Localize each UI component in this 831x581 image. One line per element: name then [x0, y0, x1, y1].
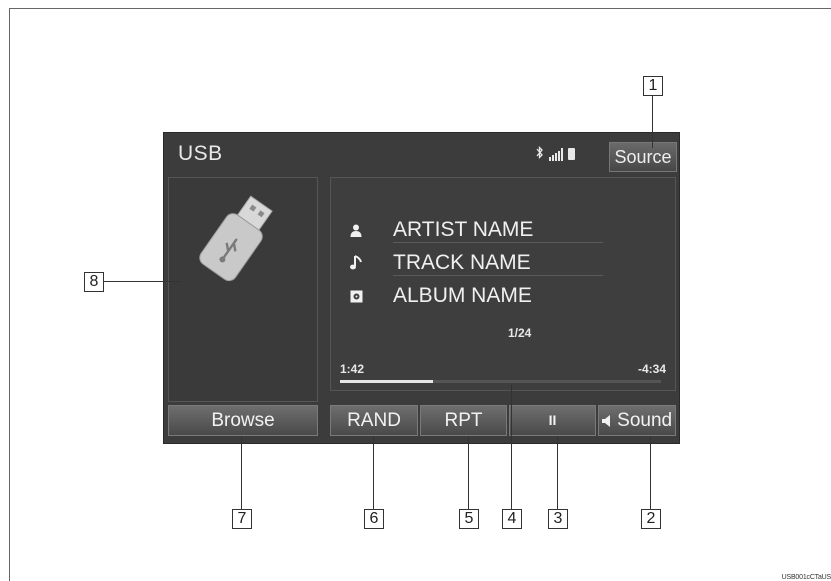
leader-line: [373, 436, 374, 509]
bluetooth-icon: [536, 145, 544, 162]
battery-icon: [568, 148, 575, 160]
callout-4: 4: [502, 509, 522, 529]
leader-line: [241, 436, 242, 509]
source-button[interactable]: Source: [609, 142, 677, 172]
callout-3: 3: [548, 509, 568, 529]
track-row: TRACK NAME: [349, 251, 603, 276]
browse-button[interactable]: Browse: [168, 405, 318, 436]
callout-1: 1: [643, 76, 663, 96]
music-note-icon: [349, 255, 363, 270]
progress-bar[interactable]: [340, 380, 661, 383]
album-name: ALBUM NAME: [393, 284, 532, 307]
artist-name: ARTIST NAME: [393, 218, 534, 241]
random-button[interactable]: RAND: [330, 405, 418, 436]
leader-line: [511, 384, 512, 509]
leader-line: [468, 436, 469, 509]
album-icon: [349, 289, 363, 303]
sound-label: Sound: [617, 410, 673, 431]
track-count: 1/24: [508, 326, 532, 340]
track-name: TRACK NAME: [393, 251, 531, 274]
divider: [393, 275, 603, 276]
figure-code: USB001cCTaUS: [781, 574, 831, 581]
repeat-button[interactable]: RPT: [420, 405, 507, 436]
leader-line: [652, 96, 653, 148]
divider: [393, 242, 603, 243]
leader-line: [650, 436, 651, 509]
elapsed-time: 1:42: [340, 362, 365, 376]
callout-2: 2: [641, 509, 661, 529]
screen-title: USB: [178, 142, 223, 165]
usb-drive-icon: [199, 195, 273, 282]
pause-button[interactable]: II: [509, 405, 596, 436]
callout-5: 5: [459, 509, 479, 529]
sound-button[interactable]: Sound: [598, 405, 676, 436]
callout-6: 6: [364, 509, 384, 529]
leader-line: [104, 281, 180, 282]
signal-icon: [549, 147, 563, 161]
audio-screen: USB Source ARTIST NAME TRACK NAME ALBUM …: [163, 132, 680, 444]
usb-device-panel[interactable]: [168, 177, 318, 402]
person-icon: [349, 223, 363, 237]
album-row: ALBUM NAME: [349, 284, 532, 308]
remaining-time: -4:34: [637, 362, 666, 376]
speaker-icon: [601, 410, 617, 431]
callout-8: 8: [84, 272, 104, 292]
callout-7: 7: [232, 509, 252, 529]
now-playing-panel: ARTIST NAME TRACK NAME ALBUM NAME 1/24 1…: [330, 177, 676, 391]
leader-line: [557, 436, 558, 509]
progress-fill: [340, 380, 434, 383]
status-bar: [536, 145, 575, 163]
artist-row: ARTIST NAME: [349, 218, 603, 243]
